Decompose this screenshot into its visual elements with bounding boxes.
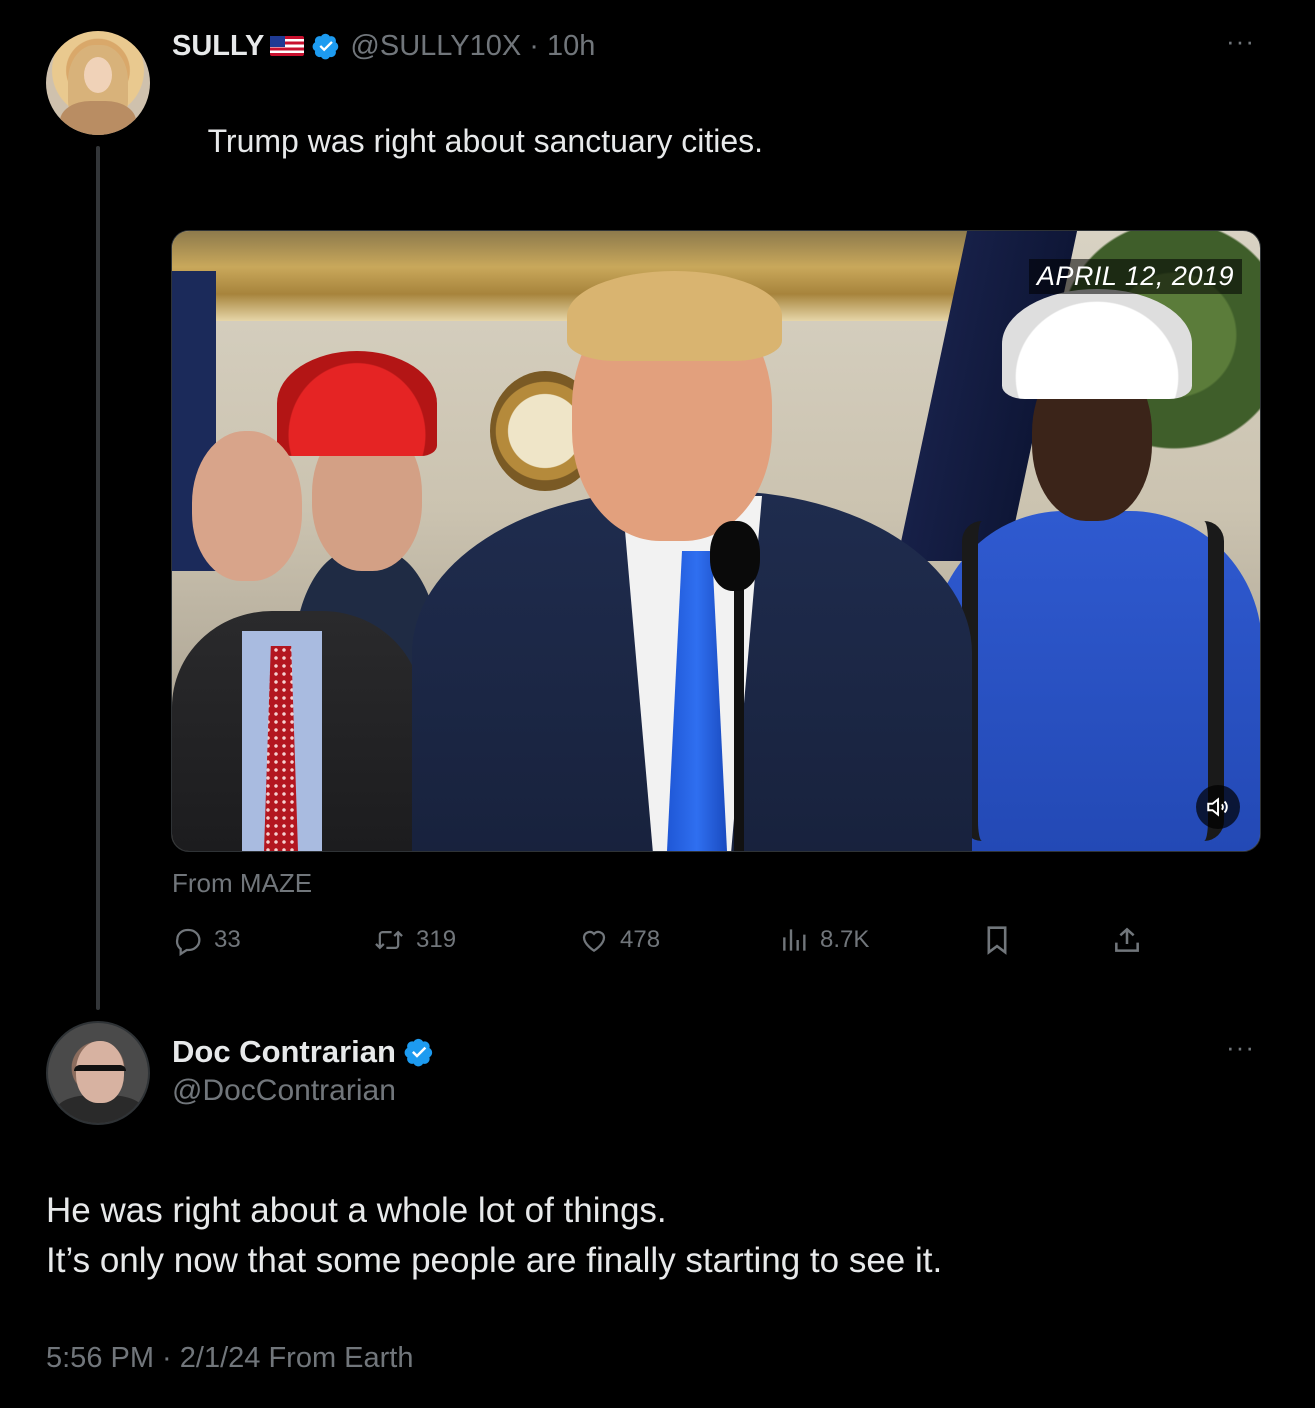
views-count: 8.7K — [820, 926, 870, 953]
avatar-glasses — [74, 1065, 126, 1083]
share-icon — [1115, 927, 1139, 952]
heart-icon — [582, 930, 606, 952]
repost-icon — [375, 930, 403, 950]
reply-header: Doc Contrarian — [172, 1030, 434, 1074]
analytics-icon — [783, 929, 806, 951]
reply-count: 33 — [214, 926, 241, 953]
reply-tweet-text: He was right about a whole lot of things… — [46, 1186, 942, 1286]
reply-icon — [175, 928, 201, 956]
speaker-icon — [1207, 797, 1228, 817]
repost-action[interactable]: 319 — [372, 922, 456, 958]
more-options-icon[interactable]: ··· — [1226, 26, 1255, 57]
video-player[interactable]: APRIL 12, 2019 — [171, 230, 1261, 852]
avatar-sully[interactable] — [46, 31, 150, 135]
avatar-face — [84, 57, 112, 93]
person-left-head — [192, 431, 302, 581]
bookmark-icon — [987, 926, 1007, 955]
reply-handle[interactable]: @DocContrarian — [172, 1074, 396, 1108]
bookmark-action[interactable] — [982, 922, 1022, 958]
parent-handle-time[interactable]: @SULLY10X · 10h — [350, 30, 595, 63]
reply-action[interactable]: 33 — [172, 922, 241, 958]
reply-text-line1: He was right about a whole lot of things… — [46, 1191, 667, 1230]
verified-badge-icon[interactable] — [312, 32, 340, 60]
media-source-label[interactable]: From MAZE — [172, 868, 312, 899]
reply-text-line2: It’s only now that some people are final… — [46, 1241, 943, 1280]
parent-display-name[interactable]: SULLY — [172, 30, 264, 63]
video-date-overlay: APRIL 12, 2019 — [1028, 259, 1242, 294]
tweet-thread: SULLY @SULLY10X · 10h ··· Trump was righ… — [0, 0, 1315, 1408]
avatar-doc-contrarian[interactable] — [46, 1021, 150, 1125]
microphone-stand — [734, 561, 744, 851]
speaker-hair — [567, 271, 782, 361]
like-count: 478 — [620, 926, 661, 953]
share-action[interactable] — [1112, 922, 1152, 958]
like-action[interactable]: 478 — [578, 922, 660, 958]
parent-tweet-header: SULLY @SULLY10X · 10h — [172, 26, 595, 66]
more-options-icon[interactable]: ··· — [1226, 1032, 1255, 1063]
microphone — [710, 521, 760, 591]
views-action[interactable]: 8.7K — [780, 922, 869, 958]
verified-badge-icon[interactable] — [404, 1037, 434, 1067]
thread-connector-line — [96, 146, 100, 1010]
white-hardhat — [1002, 289, 1192, 399]
red-hardhat — [277, 351, 437, 456]
repost-count: 319 — [416, 926, 457, 953]
worker-harness — [962, 521, 1224, 841]
reply-display-name[interactable]: Doc Contrarian — [172, 1034, 396, 1070]
parent-text-line1: Trump was right about sanctuary cities. — [207, 123, 764, 159]
tweet-timestamp-meta[interactable]: 5:56 PM · 2/1/24 From Earth — [46, 1342, 413, 1375]
mute-button[interactable] — [1196, 785, 1240, 829]
avatar-sweater — [60, 101, 136, 135]
us-flag-icon — [270, 36, 305, 56]
